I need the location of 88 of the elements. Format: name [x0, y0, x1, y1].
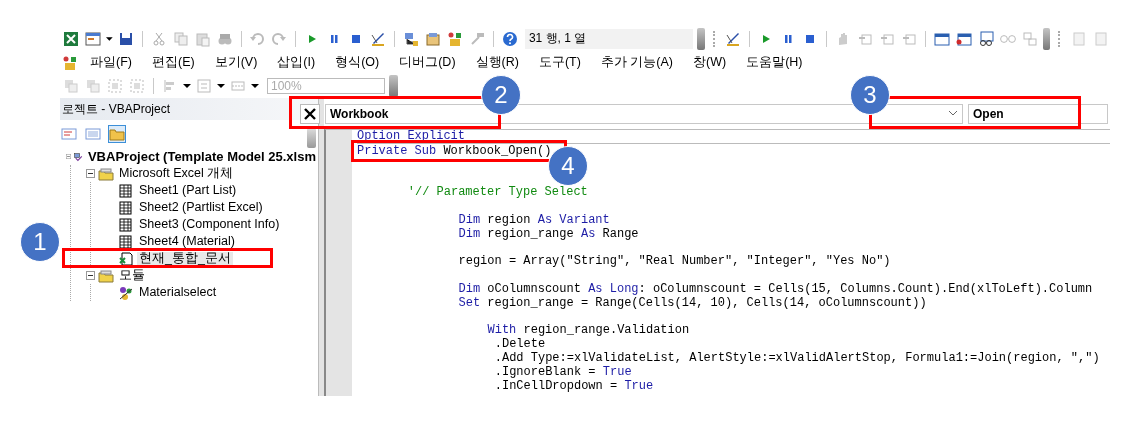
tree-item[interactable]: Sheet4 (Material)	[137, 235, 237, 248]
code-line: .Delete	[494, 339, 546, 350]
size-icon	[230, 78, 246, 94]
collapse-icon[interactable]	[86, 169, 95, 178]
code-line: Set region_range = Range(Cells(14, 10), Cells(14, oColumnscount))	[458, 297, 927, 309]
menu-item[interactable]: 편집(E)	[143, 54, 203, 71]
toolbar-gripper[interactable]	[697, 27, 705, 50]
caret-icon	[251, 84, 259, 88]
code-line: '// Parameter Type Select	[407, 187, 588, 198]
code-line: .Add Type:=xlValidateList, AlertStyle:=xlValidAlertStop, Formula1:=Join(region, ",")	[494, 353, 1100, 364]
tree-item[interactable]: 모듈	[117, 269, 147, 282]
menu-item[interactable]: 디버그(D)	[391, 54, 464, 71]
sheet-icon	[118, 216, 134, 233]
toolbar-gripper[interactable]	[1042, 27, 1051, 50]
number-marker: 2	[481, 75, 521, 115]
document-icon	[1071, 30, 1088, 47]
menu-item[interactable]: 도움말(H)	[738, 54, 811, 71]
sheet-icon	[118, 199, 134, 216]
code-line: Dim region_range As Range	[458, 228, 639, 240]
window-icon	[955, 30, 972, 47]
caret-icon	[183, 84, 191, 88]
undo-icon	[249, 30, 266, 47]
sheet-icon	[118, 182, 134, 199]
help-icon	[501, 30, 518, 47]
position-field: 31 행, 1 열	[524, 28, 694, 49]
menu-item[interactable]: 창(W)	[685, 54, 735, 71]
folder-icon	[98, 165, 114, 182]
glasses-window-icon	[977, 30, 994, 47]
scissors-icon	[150, 30, 167, 47]
workbook-icon	[118, 250, 134, 267]
tree-item[interactable]: VBAProject (Template Model 25.xlsm	[85, 150, 318, 163]
menu-item[interactable]: 삽입(I)	[269, 54, 324, 71]
close-icon	[304, 107, 316, 120]
tree-item[interactable]: Microsoft Excel 개체	[117, 167, 236, 180]
sheet-icon	[118, 233, 134, 250]
pane-title: 로젝트 - VBAProject	[60, 98, 318, 120]
object-dropdown[interactable]: Workbook	[325, 103, 963, 124]
folder-icon	[109, 126, 125, 142]
procedure-dropdown[interactable]: Open	[968, 103, 1108, 124]
code-line: .IgnoreBlank = True	[494, 367, 632, 378]
menu-item[interactable]: 추가 기능(A)	[592, 54, 681, 71]
menu-item[interactable]: 보기(V)	[206, 54, 266, 71]
number-marker: 1	[20, 222, 60, 262]
paste-icon	[194, 30, 211, 47]
glasses-icon	[999, 34, 1016, 43]
chevron-icon	[948, 111, 958, 116]
caret-icon	[217, 84, 225, 88]
close-button[interactable]	[300, 103, 320, 124]
ruler-pencil-icon	[725, 30, 742, 47]
window-icon	[933, 30, 950, 47]
tree-item[interactable]: Sheet3 (Component Info)	[137, 218, 282, 231]
caret-icon	[106, 36, 113, 41]
project-tree-icon	[403, 30, 420, 47]
menu-item[interactable]: 도구(T)	[530, 54, 589, 71]
number-marker: 3	[850, 75, 890, 115]
tree-item[interactable]: Materialselect	[137, 286, 219, 299]
copy-icon	[172, 30, 189, 47]
spreadsheet-icon	[63, 30, 79, 47]
object-view-icon	[85, 126, 101, 142]
save-icon	[117, 30, 134, 47]
code-line: Dim oColumnscount As Long: oColumnscount = Cells(15, Columns.Count).End(xlToLeft).Column	[458, 283, 1093, 295]
tree-item[interactable]: Sheet2 (Partlist Excel)	[137, 201, 265, 214]
collapse-icon[interactable]	[86, 271, 95, 280]
redo-icon	[271, 30, 288, 47]
bring-front-icon	[63, 78, 79, 94]
code-line: Option Explicit	[357, 131, 466, 142]
module-icon	[118, 284, 134, 301]
call-stack-icon	[1021, 30, 1038, 47]
center-icon	[196, 78, 212, 94]
menu-item[interactable]: 파일(F)	[82, 54, 140, 71]
toolbar-gripper[interactable]	[389, 75, 398, 97]
menu-item[interactable]: 형식(O)	[327, 54, 388, 71]
ruler-pencil-icon	[370, 30, 387, 47]
object-shapes-icon	[62, 54, 78, 71]
object-shapes-icon	[447, 30, 464, 47]
folder-icon	[98, 267, 114, 284]
bring-front-icon	[85, 78, 101, 94]
code-line: With region_range.Validation	[487, 325, 690, 336]
group-icon	[129, 78, 145, 94]
tree-item[interactable]: 현재_통합_문서	[137, 252, 233, 265]
code-line: region = Array("String", "Real Number", "Integer", "Yes No")	[458, 256, 891, 267]
hammer-icon	[469, 30, 486, 47]
code-line: Dim region As Variant	[458, 214, 610, 226]
form-icon	[85, 30, 101, 47]
group-icon	[107, 78, 123, 94]
code-line: .InCellDropdown = True	[494, 380, 654, 392]
tree-item[interactable]: Sheet1 (Part List)	[137, 184, 239, 197]
menu-item[interactable]: 실행(R)	[467, 54, 527, 71]
